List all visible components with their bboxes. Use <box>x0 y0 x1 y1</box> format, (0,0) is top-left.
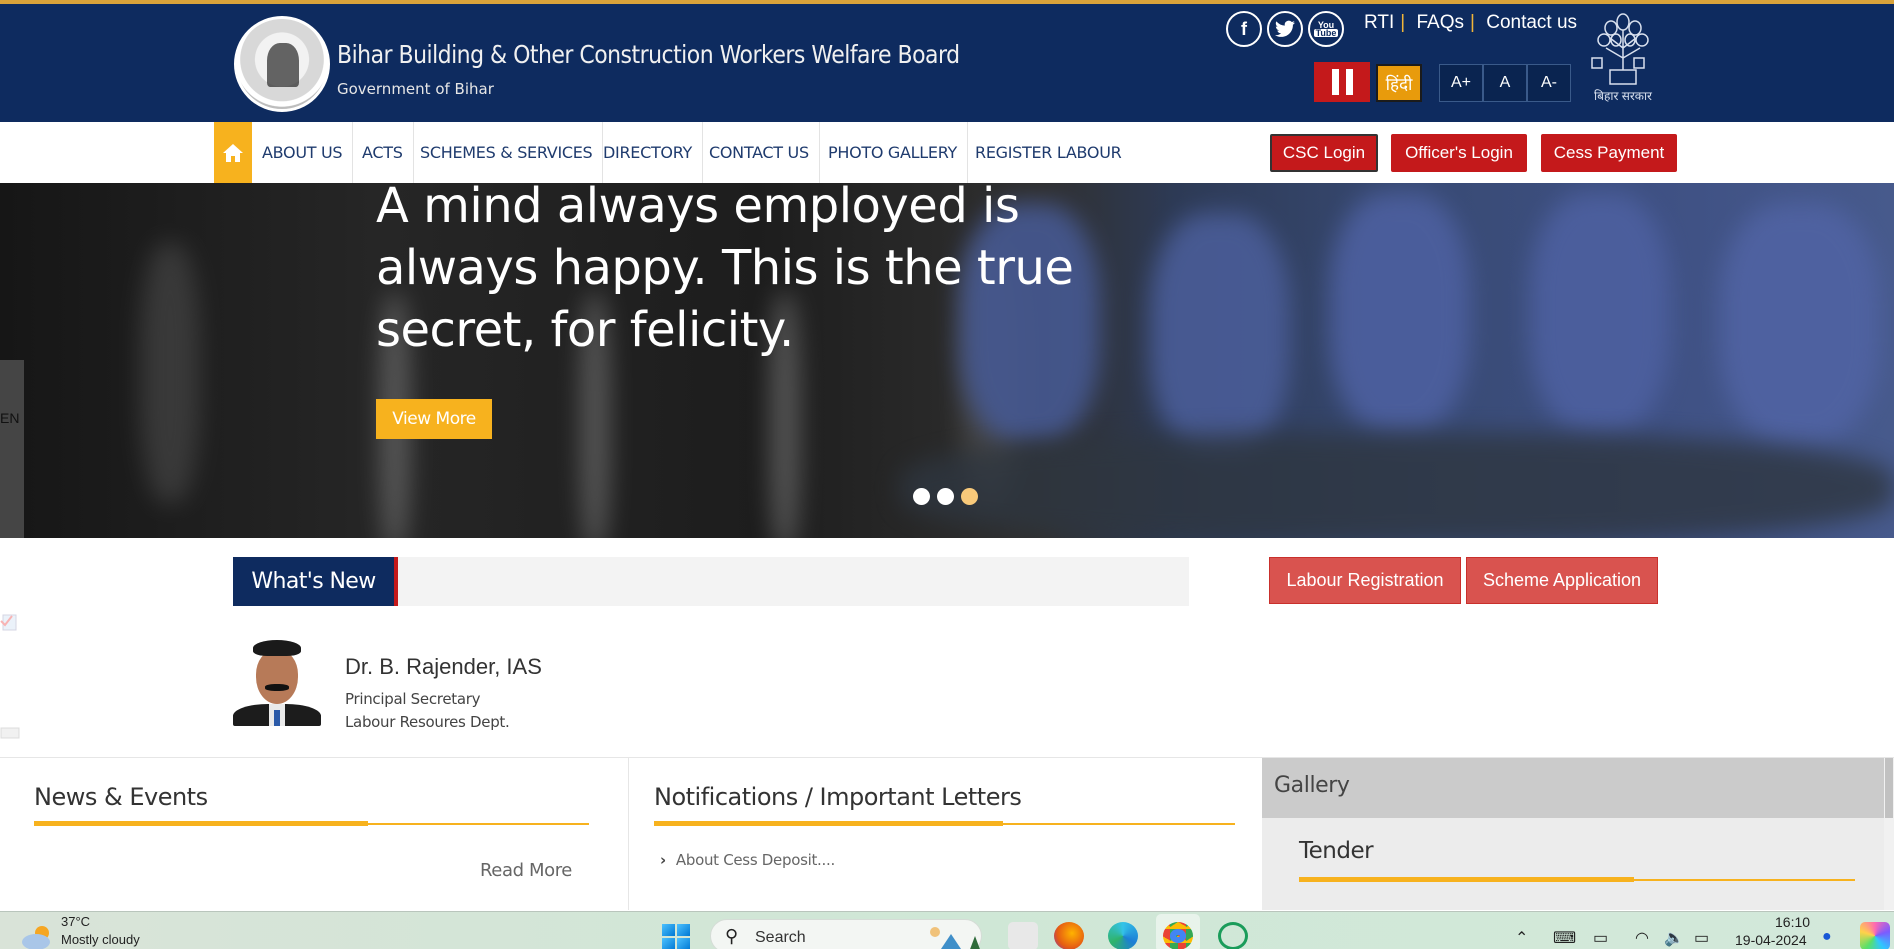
labour-registration-button[interactable]: Labour Registration <box>1269 557 1461 604</box>
hero-slider: A mind always employed is always happy. … <box>0 183 1894 538</box>
windows-start-icon[interactable] <box>662 924 690 949</box>
clock-date[interactable]: 19-04-2024 <box>1735 932 1807 948</box>
nav-about-us[interactable]: ABOUT US <box>252 122 354 183</box>
worker-figure <box>1530 193 1670 433</box>
facebook-icon[interactable]: f <box>1226 11 1262 47</box>
nav-directory[interactable]: DIRECTORY <box>593 122 703 183</box>
keyboard-icon[interactable]: ⌨ <box>1553 928 1576 948</box>
scheme-application-button[interactable]: Scheme Application <box>1466 557 1658 604</box>
firefox-icon[interactable] <box>1054 922 1084 949</box>
site-subtitle: Government of Bihar <box>337 80 494 98</box>
chevron-right-icon: › <box>660 851 666 869</box>
chrome-icon[interactable] <box>1163 922 1193 949</box>
title-underline-accent <box>654 821 1003 826</box>
clock-time[interactable]: 16:10 <box>1775 914 1810 930</box>
nav-contact-us[interactable]: CONTACT US <box>699 122 820 183</box>
slide-dot-2[interactable] <box>937 488 954 505</box>
gallery-title[interactable]: Gallery <box>1274 773 1350 798</box>
rti-link[interactable]: RTI <box>1364 12 1394 33</box>
notification-item[interactable]: › About Cess Deposit.... <box>660 851 835 869</box>
title-underline-accent <box>1299 877 1634 882</box>
page: Bihar Building & Other Construction Work… <box>0 0 1894 949</box>
nav-acts[interactable]: ACTS <box>352 122 414 183</box>
site-title: Bihar Building & Other Construction Work… <box>337 40 960 69</box>
contact-us-link[interactable]: Contact us <box>1486 12 1577 33</box>
notification-bell-icon[interactable]: ● <box>1822 928 1832 946</box>
twitter-icon[interactable] <box>1267 11 1303 47</box>
slide-dot-1[interactable] <box>913 488 930 505</box>
windows-taskbar: 37°C Mostly cloudy ⚲ Search ⌃ ⌨ ▭ ◠ 🔈 ▭ … <box>0 911 1894 949</box>
separator: | <box>1400 12 1406 33</box>
cess-payment-button[interactable]: Cess Payment <box>1541 134 1677 172</box>
volume-icon[interactable]: 🔈 <box>1664 928 1684 948</box>
notification-item-label: About Cess Deposit.... <box>675 851 835 869</box>
gallery-header <box>1262 758 1894 818</box>
copilot-icon[interactable] <box>1860 922 1890 949</box>
battery-icon[interactable]: ▭ <box>1694 928 1709 948</box>
wifi-icon[interactable]: ◠ <box>1635 928 1649 948</box>
hero-backdrop <box>140 243 200 503</box>
weather-cloudy-icon[interactable] <box>20 924 54 949</box>
bihar-emblem-icon: बिहार सरकार <box>1586 8 1660 106</box>
officer-department: Labour Resoures Dept. <box>345 713 510 731</box>
officer-name: Dr. B. Rajender, IAS <box>345 654 542 679</box>
title-underline-accent <box>34 821 368 826</box>
scrollbar-thumb[interactable] <box>1885 758 1893 818</box>
keyboard-icon[interactable] <box>0 720 20 740</box>
whatsapp-icon[interactable] <box>1218 922 1248 949</box>
rebar-floor <box>900 433 1894 538</box>
pause-icon <box>1345 69 1353 95</box>
weather-description[interactable]: Mostly cloudy <box>61 932 140 947</box>
hindi-language-button[interactable]: हिंदी <box>1376 64 1422 102</box>
search-icon: ⚲ <box>725 926 739 946</box>
nav-register-labour[interactable]: REGISTER LABOUR <box>965 122 1131 183</box>
nav-home-button[interactable] <box>214 122 252 183</box>
news-events-title: News & Events <box>34 783 208 811</box>
search-placeholder: Search <box>755 929 806 946</box>
worker-figure <box>1330 193 1470 433</box>
board-logo[interactable] <box>234 16 330 112</box>
tender-title: Tender <box>1299 838 1374 864</box>
separator: | <box>1470 12 1475 33</box>
pause-button[interactable] <box>1314 62 1370 102</box>
edge-icon[interactable] <box>1108 922 1138 949</box>
faqs-link[interactable]: FAQs <box>1416 12 1464 33</box>
font-increase-button[interactable]: A+ <box>1439 64 1483 102</box>
font-normal-button[interactable]: A <box>1483 64 1527 102</box>
weather-temperature[interactable]: 37°C <box>61 914 90 929</box>
search-highlight-icon <box>930 927 980 949</box>
top-links: RTI | FAQs | Contact us <box>1364 12 1577 34</box>
emblem-caption: बिहार सरकार <box>1594 89 1653 103</box>
task-view-icon[interactable] <box>1008 922 1038 949</box>
home-icon <box>223 143 243 162</box>
officer-designation: Principal Secretary <box>345 690 481 708</box>
show-hidden-icons-chevron-icon[interactable]: ⌃ <box>1515 928 1528 948</box>
officer-photo <box>233 638 321 726</box>
font-decrease-button[interactable]: A- <box>1527 64 1571 102</box>
whats-new-label: What's New <box>233 557 398 606</box>
read-more-link[interactable]: Read More <box>480 860 572 881</box>
notifications-title: Notifications / Important Letters <box>654 783 1022 811</box>
csc-login-button[interactable]: CSC Login <box>1270 134 1378 172</box>
worker-figure <box>1150 213 1290 453</box>
pause-icon <box>1331 69 1339 95</box>
view-more-button[interactable]: View More <box>376 399 492 439</box>
scrollbar[interactable] <box>1884 758 1894 910</box>
document-check-icon[interactable] <box>0 612 20 632</box>
column-divider <box>628 758 629 910</box>
officers-login-button[interactable]: Officer's Login <box>1391 134 1527 172</box>
taskbar-search-input[interactable]: ⚲ Search <box>710 919 982 949</box>
youtube-icon[interactable]: You Tube <box>1308 11 1344 47</box>
language-tab-label: EN <box>0 410 20 426</box>
nav-schemes-services[interactable]: SCHEMES & SERVICES <box>410 122 604 183</box>
worker-figure <box>1720 203 1880 443</box>
language-side-tab[interactable]: EN <box>0 360 24 538</box>
touchpad-icon[interactable]: ▭ <box>1593 928 1608 948</box>
nav-photo-gallery[interactable]: PHOTO GALLERY <box>818 122 968 183</box>
header-bar: Bihar Building & Other Construction Work… <box>0 0 1894 122</box>
slide-dot-3-active[interactable] <box>961 488 978 505</box>
hero-quote: A mind always employed is always happy. … <box>376 183 1074 358</box>
